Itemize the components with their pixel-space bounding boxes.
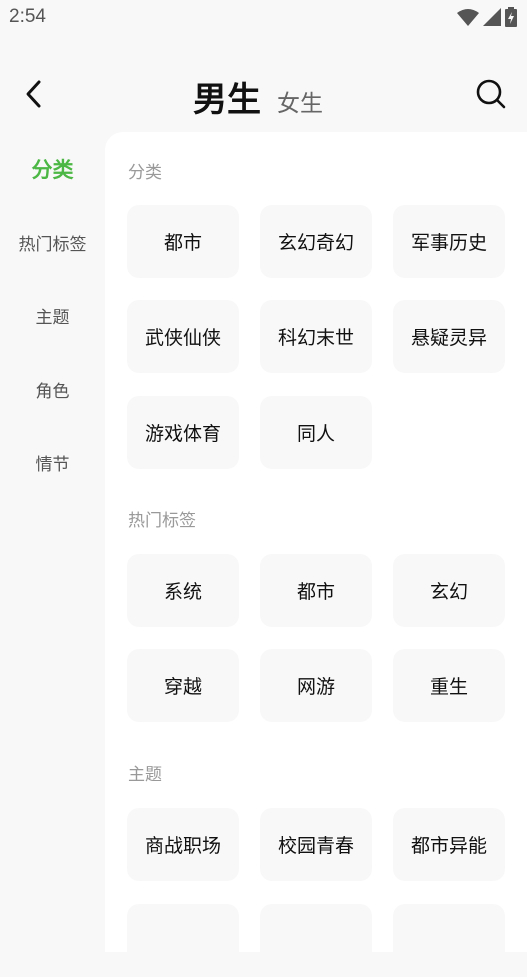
chip[interactable] bbox=[127, 904, 239, 977]
chip[interactable]: 悬疑灵异 bbox=[393, 300, 505, 373]
chip[interactable]: 重生 bbox=[393, 649, 505, 722]
chip[interactable]: 游戏体育 bbox=[127, 396, 239, 469]
gender-tabs: 男生 女生 bbox=[193, 72, 323, 121]
chip[interactable]: 商战职场 bbox=[127, 808, 239, 881]
chip[interactable]: 校园青春 bbox=[260, 808, 372, 881]
chip[interactable]: 都市异能 bbox=[393, 808, 505, 881]
section-title-hot-tags: 热门标签 bbox=[128, 511, 196, 531]
chip[interactable] bbox=[393, 904, 505, 977]
status-time: 2:54 bbox=[9, 6, 46, 27]
chip[interactable]: 科幻末世 bbox=[260, 300, 372, 373]
chip[interactable]: 系统 bbox=[127, 554, 239, 627]
header: 男生 女生 bbox=[0, 62, 527, 130]
tab-female[interactable]: 女生 bbox=[277, 84, 323, 118]
content-panel: 分类 都市 玄幻奇幻 军事历史 武侠仙侠 科幻末世 悬疑灵异 游戏体育 同人 热… bbox=[105, 132, 527, 977]
sidebar-item-role[interactable]: 角色 bbox=[0, 377, 105, 402]
chip[interactable]: 军事历史 bbox=[393, 205, 505, 278]
sidebar: 分类 热门标签 主题 角色 情节 bbox=[0, 132, 105, 938]
sidebar-item-theme[interactable]: 主题 bbox=[0, 303, 105, 328]
signal-icon bbox=[483, 8, 501, 26]
wifi-icon bbox=[457, 9, 479, 26]
chip[interactable]: 都市 bbox=[260, 554, 372, 627]
sidebar-item-plot[interactable]: 情节 bbox=[0, 450, 105, 475]
search-icon bbox=[476, 79, 506, 109]
status-icons bbox=[457, 7, 517, 27]
sidebar-item-hot-tags[interactable]: 热门标签 bbox=[0, 230, 105, 255]
chip[interactable] bbox=[260, 904, 372, 977]
chip[interactable]: 武侠仙侠 bbox=[127, 300, 239, 373]
battery-charging-icon bbox=[505, 7, 517, 27]
chip[interactable]: 都市 bbox=[127, 205, 239, 278]
chip[interactable]: 玄幻 bbox=[393, 554, 505, 627]
chip[interactable]: 同人 bbox=[260, 396, 372, 469]
chip[interactable]: 玄幻奇幻 bbox=[260, 205, 372, 278]
tab-male[interactable]: 男生 bbox=[193, 72, 261, 121]
chevron-left-icon bbox=[26, 80, 41, 108]
status-bar: 2:54 bbox=[0, 0, 527, 36]
section-title-category: 分类 bbox=[128, 163, 162, 183]
chip[interactable]: 网游 bbox=[260, 649, 372, 722]
sidebar-item-category[interactable]: 分类 bbox=[0, 154, 105, 184]
section-title-theme: 主题 bbox=[128, 765, 162, 785]
back-button[interactable] bbox=[20, 76, 50, 112]
chip[interactable]: 穿越 bbox=[127, 649, 239, 722]
search-button[interactable] bbox=[475, 78, 507, 110]
